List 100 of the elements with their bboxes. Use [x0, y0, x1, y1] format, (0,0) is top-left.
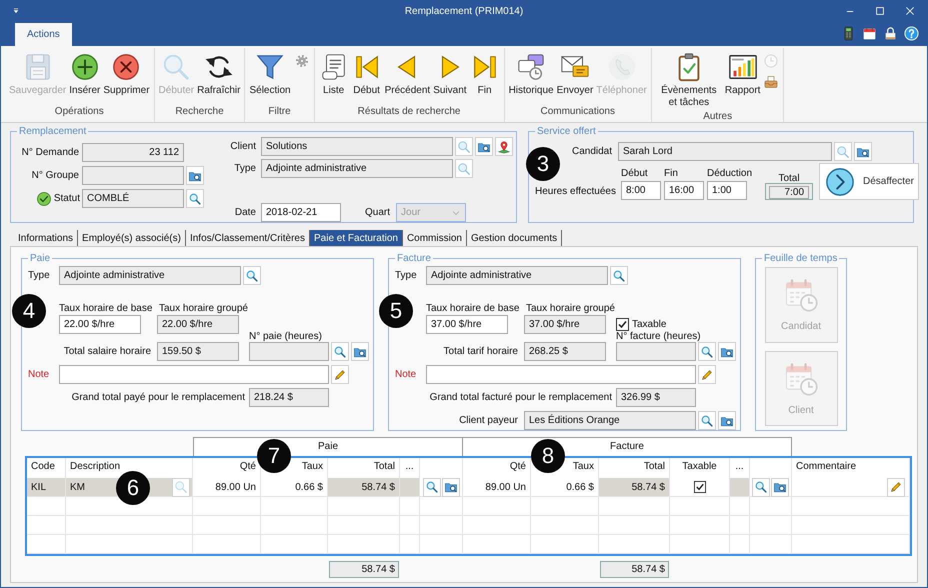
text-field[interactable]: Adjointe administrative: [59, 266, 241, 285]
ribbon-button[interactable]: Fin: [468, 52, 501, 97]
text-field[interactable]: Les Éditions Orange: [524, 411, 696, 430]
folder-search-button[interactable]: [475, 137, 493, 156]
pencil-icon: [333, 368, 347, 382]
table-cell-text: KM: [70, 482, 85, 492]
calendar-icon[interactable]: [862, 26, 877, 41]
search-icon: [188, 192, 202, 206]
search-button[interactable]: [243, 266, 261, 285]
field-label: Grand total payé pour le remplacement: [70, 392, 246, 403]
help-icon[interactable]: [904, 26, 919, 41]
checkbox-label: Taxable: [632, 319, 666, 330]
field-label: Type: [395, 270, 418, 281]
checkbox[interactable]: [616, 318, 629, 331]
folder-search-button[interactable]: [718, 411, 736, 430]
ribbon-button[interactable]: Rafraîchir: [196, 52, 242, 97]
text-field[interactable]: Solutions: [261, 137, 453, 156]
text-field[interactable]: 37.00 $/hre: [524, 315, 606, 334]
map-pin-button[interactable]: [495, 137, 513, 156]
table-cell: [730, 535, 750, 554]
calendar-clock-icon: [783, 360, 819, 397]
time-field[interactable]: 1:00: [706, 181, 747, 200]
field-label: Fin: [664, 168, 679, 179]
text-field[interactable]: Adjointe administrative: [261, 159, 453, 178]
time-field[interactable]: 7:00: [769, 186, 810, 199]
table-cell: [730, 497, 750, 516]
search-icon: [457, 162, 471, 176]
ribbon-button[interactable]: Historique: [508, 52, 555, 97]
text-field[interactable]: [82, 166, 184, 185]
edit-button[interactable]: [698, 365, 716, 384]
text-field[interactable]: COMBLÉ: [82, 189, 184, 208]
small-ribbon-button[interactable]: [762, 73, 780, 91]
unassign-button[interactable]: Désaffecter: [819, 163, 920, 200]
folder-search-icon: [773, 480, 787, 494]
checkbox[interactable]: [694, 481, 706, 493]
callout-marker: 5: [379, 294, 413, 328]
field-label: N° facture (heures): [616, 331, 702, 342]
text-field[interactable]: [249, 342, 329, 361]
folder-search-button[interactable]: [718, 342, 736, 361]
note-field[interactable]: [426, 365, 696, 384]
text-field[interactable]: 268.25 $: [524, 342, 606, 361]
filter-icon: [255, 52, 286, 82]
text-field[interactable]: Adjointe administrative: [426, 266, 608, 285]
time-field[interactable]: 16:00: [664, 181, 704, 200]
date-field[interactable]: 2018-02-21: [261, 203, 341, 222]
search-icon: [457, 140, 471, 154]
text-field[interactable]: 218.24 $: [249, 388, 329, 407]
search-icon: [700, 414, 714, 428]
search-icon: [754, 480, 768, 494]
ribbon-button[interactable]: Début: [350, 52, 383, 97]
lock-icon[interactable]: [883, 26, 898, 41]
edit-button[interactable]: [331, 365, 349, 384]
ribbon-button[interactable]: Suivant: [432, 52, 468, 97]
text-field[interactable]: 23 112: [82, 143, 184, 162]
ribbon-button[interactable]: Rapport: [724, 52, 762, 97]
folder-search-button[interactable]: [442, 478, 460, 496]
column-header: Qté: [463, 458, 531, 478]
search-button[interactable]: [610, 266, 628, 285]
search-button[interactable]: [698, 342, 716, 361]
text-field[interactable]: 326.99 $: [616, 388, 696, 407]
ribbon-button[interactable]: Sélection: [248, 52, 292, 97]
text-field[interactable]: 159.50 $: [157, 342, 239, 361]
folder-search-button[interactable]: [771, 478, 789, 496]
field-label: Date: [234, 207, 256, 218]
ribbon-button[interactable]: Insérer: [68, 52, 102, 97]
text-field[interactable]: 37.00 $/hre: [426, 315, 508, 334]
text-field[interactable]: 22.00 $/hre: [157, 315, 239, 334]
ribbon-button[interactable]: Liste: [318, 52, 350, 97]
ribbon-button[interactable]: Envoyer: [556, 52, 594, 97]
ribbon-button[interactable]: Supprimer: [102, 52, 151, 97]
field-label: N° Groupe: [30, 170, 79, 181]
table-cell: [670, 516, 730, 535]
field-label: Client: [229, 141, 256, 152]
folder-search-button[interactable]: [854, 142, 872, 161]
ribbon-tab[interactable]: Actions: [15, 23, 72, 46]
ribbon-button[interactable]: Précédent: [384, 52, 432, 97]
group-box-title: Facture: [396, 253, 432, 264]
text-field[interactable]: 22.00 $/hre: [59, 315, 141, 334]
text-field[interactable]: [616, 342, 696, 361]
search-button[interactable]: [698, 411, 716, 430]
field-label: Total salaire horaire: [62, 346, 152, 357]
table-cell: [750, 516, 792, 535]
search-button[interactable]: [186, 189, 204, 208]
table-cell: [400, 497, 420, 516]
edit-button[interactable]: [887, 478, 905, 496]
folder-search-button[interactable]: [351, 342, 369, 361]
table-cell: [599, 535, 670, 554]
folder-search-button[interactable]: [186, 166, 204, 185]
table-cell: [328, 497, 400, 516]
text-field[interactable]: Sarah Lord: [618, 142, 832, 161]
time-field[interactable]: 8:00: [620, 181, 661, 200]
pencil-icon: [700, 368, 714, 382]
tab[interactable]: Paie et Facturation: [310, 230, 403, 246]
search-button[interactable]: [422, 478, 440, 496]
map-pin-icon: [497, 140, 511, 154]
search-button[interactable]: [752, 478, 770, 496]
ribbon-button[interactable]: Évènements et tâches: [654, 52, 723, 109]
table-cell: [328, 516, 400, 535]
search-button[interactable]: [331, 342, 349, 361]
note-field[interactable]: [59, 365, 329, 384]
